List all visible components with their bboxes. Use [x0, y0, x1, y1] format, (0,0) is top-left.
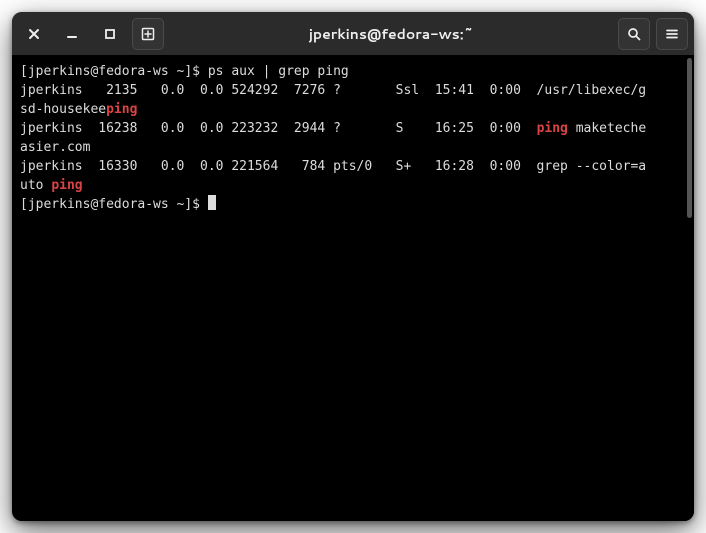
- new-tab-button[interactable]: [132, 18, 164, 50]
- close-icon: [28, 28, 40, 40]
- grep-highlight: ping: [106, 102, 137, 117]
- hamburger-icon: [665, 27, 679, 41]
- grep-highlight: ping: [537, 121, 568, 136]
- maximize-button[interactable]: [94, 18, 126, 50]
- terminal-window: jperkins@fedora-ws:~ [jperkins@fedora-ws…: [12, 12, 694, 521]
- titlebar-right-controls: [618, 18, 688, 50]
- minimize-button[interactable]: [56, 18, 88, 50]
- prompt: [jperkins@fedora-ws ~]$: [20, 197, 208, 212]
- window-title: jperkins@fedora-ws:~: [170, 24, 612, 44]
- process-row: jperkins 16238 0.0 0.0 223232 2944 ? S 1…: [20, 121, 646, 155]
- scrollbar[interactable]: [685, 56, 694, 521]
- cursor: [208, 195, 216, 210]
- process-row: jperkins 16330 0.0 0.0 221564 784 pts/0 …: [20, 159, 646, 193]
- terminal-output[interactable]: [jperkins@fedora-ws ~]$ ps aux | grep pi…: [12, 56, 685, 521]
- process-row: jperkins 2135 0.0 0.0 524292 7276 ? Ssl …: [20, 83, 646, 117]
- terminal-area: [jperkins@fedora-ws ~]$ ps aux | grep pi…: [12, 56, 694, 521]
- titlebar: jperkins@fedora-ws:~: [12, 12, 694, 56]
- new-tab-icon: [141, 27, 155, 41]
- maximize-icon: [104, 28, 116, 40]
- search-button[interactable]: [618, 18, 650, 50]
- close-button[interactable]: [18, 18, 50, 50]
- menu-button[interactable]: [656, 18, 688, 50]
- titlebar-left-controls: [18, 18, 164, 50]
- minimize-icon: [66, 28, 78, 40]
- prompt: [jperkins@fedora-ws ~]$: [20, 64, 208, 79]
- search-icon: [627, 27, 641, 41]
- grep-highlight: ping: [51, 178, 82, 193]
- scrollbar-thumb[interactable]: [687, 58, 692, 218]
- command-text: ps aux | grep ping: [208, 64, 349, 79]
